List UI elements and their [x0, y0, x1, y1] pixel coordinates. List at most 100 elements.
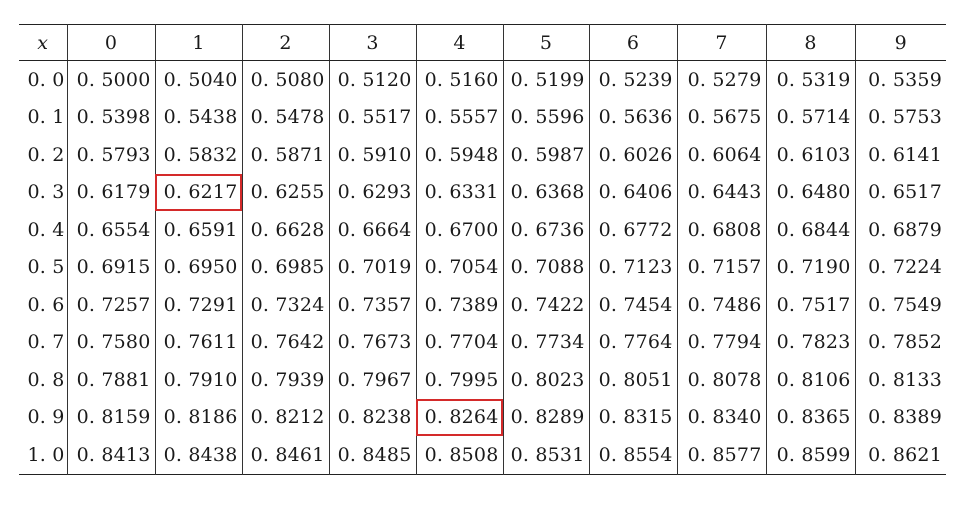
- table-cell: 0. 7995: [415, 361, 503, 399]
- table-cell: 0. 5910: [328, 136, 416, 174]
- table-cell: 0. 7823: [765, 323, 855, 361]
- table-cell: 0. 6443: [676, 173, 766, 211]
- column-header: 6: [588, 24, 677, 61]
- table-row: 0. 9 0. 8159 0. 8186 0. 8212 0. 8238 0. 8264 0…: [19, 398, 946, 436]
- table-cell: 0. 7454: [588, 286, 677, 324]
- table-cell: 0. 5239: [588, 60, 677, 99]
- table-row: 0. 0 0. 5000 0. 5040 0. 5080 0. 5120 0. 5160 0…: [19, 60, 946, 99]
- table-cell: 0. 6772: [588, 211, 677, 249]
- table-cell: 0. 7517: [765, 286, 855, 324]
- table-cell: 0. 7967: [328, 361, 416, 399]
- table-cell: 0. 6026: [588, 136, 677, 174]
- table-cell: 0. 8023: [502, 361, 589, 399]
- column-header: 0: [66, 24, 155, 61]
- table-cell: 0. 8340: [676, 398, 766, 436]
- column-header: 1: [154, 24, 242, 61]
- table-cell: 0. 7054: [415, 248, 503, 286]
- row-label: 0. 4: [27, 218, 65, 241]
- table-cell: 0. 7910: [154, 361, 242, 399]
- table-cell: 0. 8315: [588, 398, 677, 436]
- table-cell: 0. 5557: [415, 98, 503, 136]
- table-cell: 0. 8461: [241, 436, 329, 474]
- table-cell: 0. 6985: [241, 248, 329, 286]
- table-cell: 0. 8238: [328, 398, 416, 436]
- header-x: x: [19, 24, 67, 61]
- row-label: 0. 2: [27, 143, 65, 166]
- header-row: x 0123456789: [19, 24, 946, 61]
- table-cell: 0. 7123: [588, 248, 677, 286]
- table-cell: 0. 7257: [66, 286, 155, 324]
- table-cell: 0. 5517: [328, 98, 416, 136]
- table-row: 0. 6 0. 7257 0. 7291 0. 7324 0. 7357 0. 7389 0…: [19, 286, 946, 324]
- table-cell: 0. 6879: [854, 211, 946, 249]
- column-header: 9: [854, 24, 946, 61]
- table-cell: 0. 7611: [154, 323, 242, 361]
- table-cell: 0. 5793: [66, 136, 155, 174]
- table-cell: 0. 5279: [676, 60, 766, 99]
- table-cell: 0. 8289: [502, 398, 589, 436]
- table-cell: 0. 5398: [66, 98, 155, 136]
- row-label: 0. 8: [27, 368, 65, 391]
- table-cell: 0. 6141: [854, 136, 946, 174]
- table-cell: 0. 5080: [241, 60, 329, 99]
- table-cell: 0. 7794: [676, 323, 766, 361]
- column-header: 8: [765, 24, 855, 61]
- row-label: 0. 3: [27, 181, 65, 204]
- table-cell: 0. 5478: [241, 98, 329, 136]
- table-cell: 0. 5438: [154, 98, 242, 136]
- table-cell: 0. 5832: [154, 136, 242, 174]
- row-label: 1. 0: [27, 443, 65, 466]
- table-cell: 0. 8599: [765, 436, 855, 474]
- row-label: 0. 0: [27, 68, 65, 91]
- table-cell: 0. 7422: [502, 286, 589, 324]
- table-cell: 0. 6700: [415, 211, 503, 249]
- table-cell: 0. 7852: [854, 323, 946, 361]
- highlighted-cell: 0. 6217: [154, 173, 242, 211]
- table-row: 0. 5 0. 6915 0. 6950 0. 6985 0. 7019 0. 7054 0…: [19, 248, 946, 286]
- table-cell: 0. 8389: [854, 398, 946, 436]
- table-cell: 0. 5040: [154, 60, 242, 99]
- table-cell: 0. 6406: [588, 173, 677, 211]
- table-cell: 0. 8621: [854, 436, 946, 474]
- column-header: 5: [502, 24, 589, 61]
- table-row: 0. 7 0. 7580 0. 7611 0. 7642 0. 7673 0. 7704 0…: [19, 323, 946, 361]
- column-header: 4: [415, 24, 503, 61]
- row-label: 0. 7: [27, 331, 65, 354]
- table-cell: 0. 5987: [502, 136, 589, 174]
- table-cell: 0. 7324: [241, 286, 329, 324]
- table-cell: 0. 6808: [676, 211, 766, 249]
- table-cell: 0. 8212: [241, 398, 329, 436]
- table-cell: 0. 5359: [854, 60, 946, 99]
- table-cell: 0. 8186: [154, 398, 242, 436]
- row-label: 0. 9: [27, 406, 65, 429]
- table-cell: 0. 6331: [415, 173, 503, 211]
- table-cell: 0. 5319: [765, 60, 855, 99]
- table-cell: 0. 6517: [854, 173, 946, 211]
- table-cell: 0. 5714: [765, 98, 855, 136]
- table-cell: 0. 6628: [241, 211, 329, 249]
- table-cell: 0. 7019: [328, 248, 416, 286]
- table-cell: 0. 5000: [66, 60, 155, 99]
- table-cell: 0. 5871: [241, 136, 329, 174]
- table-cell: 0. 8106: [765, 361, 855, 399]
- table-cell: 0. 7486: [676, 286, 766, 324]
- table-cell: 0. 7291: [154, 286, 242, 324]
- table-cell: 0. 6103: [765, 136, 855, 174]
- table-cell: 0. 6293: [328, 173, 416, 211]
- table-cell: 0. 8413: [66, 436, 155, 474]
- table-cell: 0. 8051: [588, 361, 677, 399]
- table-cell: 0. 5948: [415, 136, 503, 174]
- table-row: 0. 1 0. 5398 0. 5438 0. 5478 0. 5517 0. 5557 0…: [19, 98, 946, 136]
- table-cell: 0. 6554: [66, 211, 155, 249]
- table-row: 1. 0 0. 8413 0. 8438 0. 8461 0. 8485 0. 8508 0…: [19, 436, 946, 474]
- table-cell: 0. 5199: [502, 60, 589, 99]
- table-cell: 0. 5160: [415, 60, 503, 99]
- table-cell: 0. 7881: [66, 361, 155, 399]
- table-cell: 0. 5120: [328, 60, 416, 99]
- table-row: 0. 4 0. 6554 0. 6591 0. 6628 0. 6664 0. 6700 0…: [19, 211, 946, 249]
- table-body: 0. 0 0. 5000 0. 5040 0. 5080 0. 5120 0. 5160 0…: [19, 60, 946, 474]
- table-cell: 0. 8159: [66, 398, 155, 436]
- table-cell: 0. 7157: [676, 248, 766, 286]
- table-cell: 0. 6736: [502, 211, 589, 249]
- table-cell: 0. 7939: [241, 361, 329, 399]
